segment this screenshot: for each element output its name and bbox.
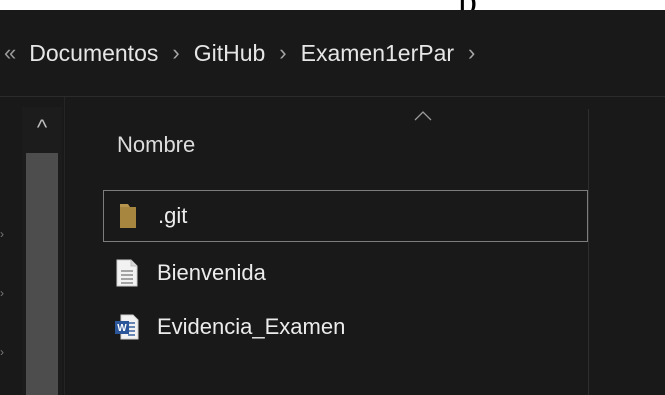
- folder-icon: [114, 201, 142, 231]
- expand-arrow-icon[interactable]: ›: [0, 287, 10, 299]
- breadcrumb-overflow-icon[interactable]: «: [4, 40, 16, 66]
- file-name: Bienvenida: [157, 260, 266, 285]
- scrollbar-thumb[interactable]: [26, 153, 58, 395]
- overlapping-text-fragment: p: [458, 0, 477, 10]
- nav-scrollbar[interactable]: ^: [22, 107, 62, 395]
- sort-ascending-icon[interactable]: [414, 111, 432, 121]
- chevron-right-icon[interactable]: ›: [468, 40, 475, 66]
- top-strip: p: [0, 0, 665, 10]
- file-row-bienvenida[interactable]: Bienvenida: [103, 247, 588, 299]
- chevron-right-icon[interactable]: ›: [279, 40, 286, 66]
- column-separator[interactable]: [588, 109, 589, 395]
- column-header-name[interactable]: Nombre: [117, 132, 195, 158]
- breadcrumb-item-github[interactable]: GitHub: [188, 36, 272, 71]
- file-list-pane: Nombre .git Bienvenida W Evidencia_Exame…: [65, 97, 665, 395]
- chevron-right-icon[interactable]: ›: [172, 40, 179, 66]
- address-bar[interactable]: « Documentos › GitHub › Examen1erPar ›: [0, 10, 665, 97]
- text-document-icon: [113, 258, 141, 288]
- expand-arrow-icon[interactable]: ›: [0, 228, 10, 240]
- navigation-pane: › › › ^: [0, 97, 64, 395]
- file-row-git[interactable]: .git: [103, 190, 588, 242]
- file-name: Evidencia_Examen: [157, 314, 346, 339]
- expand-arrow-icon[interactable]: ›: [0, 346, 10, 358]
- breadcrumb-item-examen1erpar[interactable]: Examen1erPar: [295, 36, 460, 71]
- svg-text:W: W: [117, 323, 127, 334]
- file-name: .git: [158, 203, 188, 228]
- scroll-up-icon[interactable]: ^: [22, 107, 62, 147]
- word-document-icon: W: [113, 312, 141, 342]
- breadcrumb: « Documentos › GitHub › Examen1erPar ›: [0, 10, 483, 96]
- file-row-evidencia-examen[interactable]: W Evidencia_Examen: [103, 301, 588, 353]
- breadcrumb-item-documentos[interactable]: Documentos: [23, 36, 164, 71]
